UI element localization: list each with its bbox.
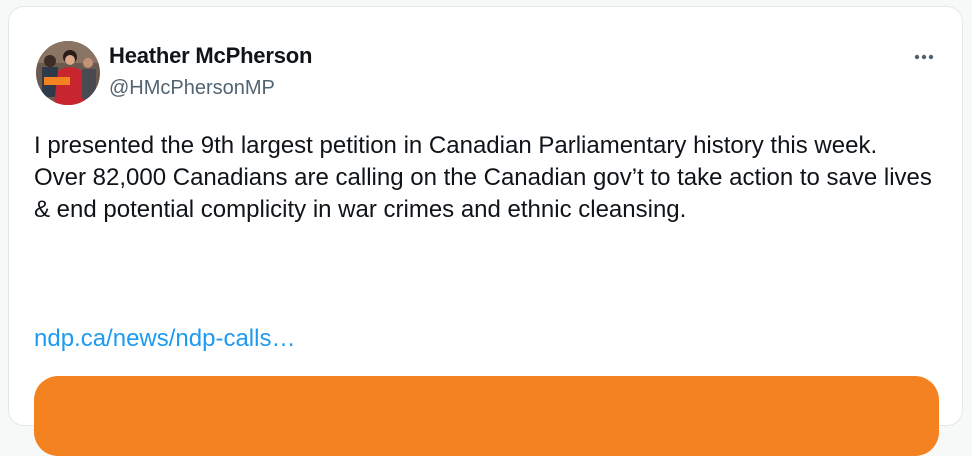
more-horizontal-icon — [914, 54, 934, 60]
more-options-button[interactable] — [907, 45, 941, 69]
tweet-text: I presented the 9th largest petition in … — [34, 132, 939, 223]
tweet-card: Heather McPherson @HMcPhersonMP I presen… — [8, 6, 963, 456]
author-handle[interactable]: @HMcPhersonMP — [109, 77, 275, 100]
author-name[interactable]: Heather McPherson — [109, 43, 312, 69]
tweet-link[interactable]: ndp.ca/news/ndp-calls… — [34, 323, 295, 355]
link-preview-card[interactable] — [34, 376, 939, 456]
avatar[interactable] — [36, 41, 100, 105]
profile-photo-icon — [36, 41, 100, 105]
